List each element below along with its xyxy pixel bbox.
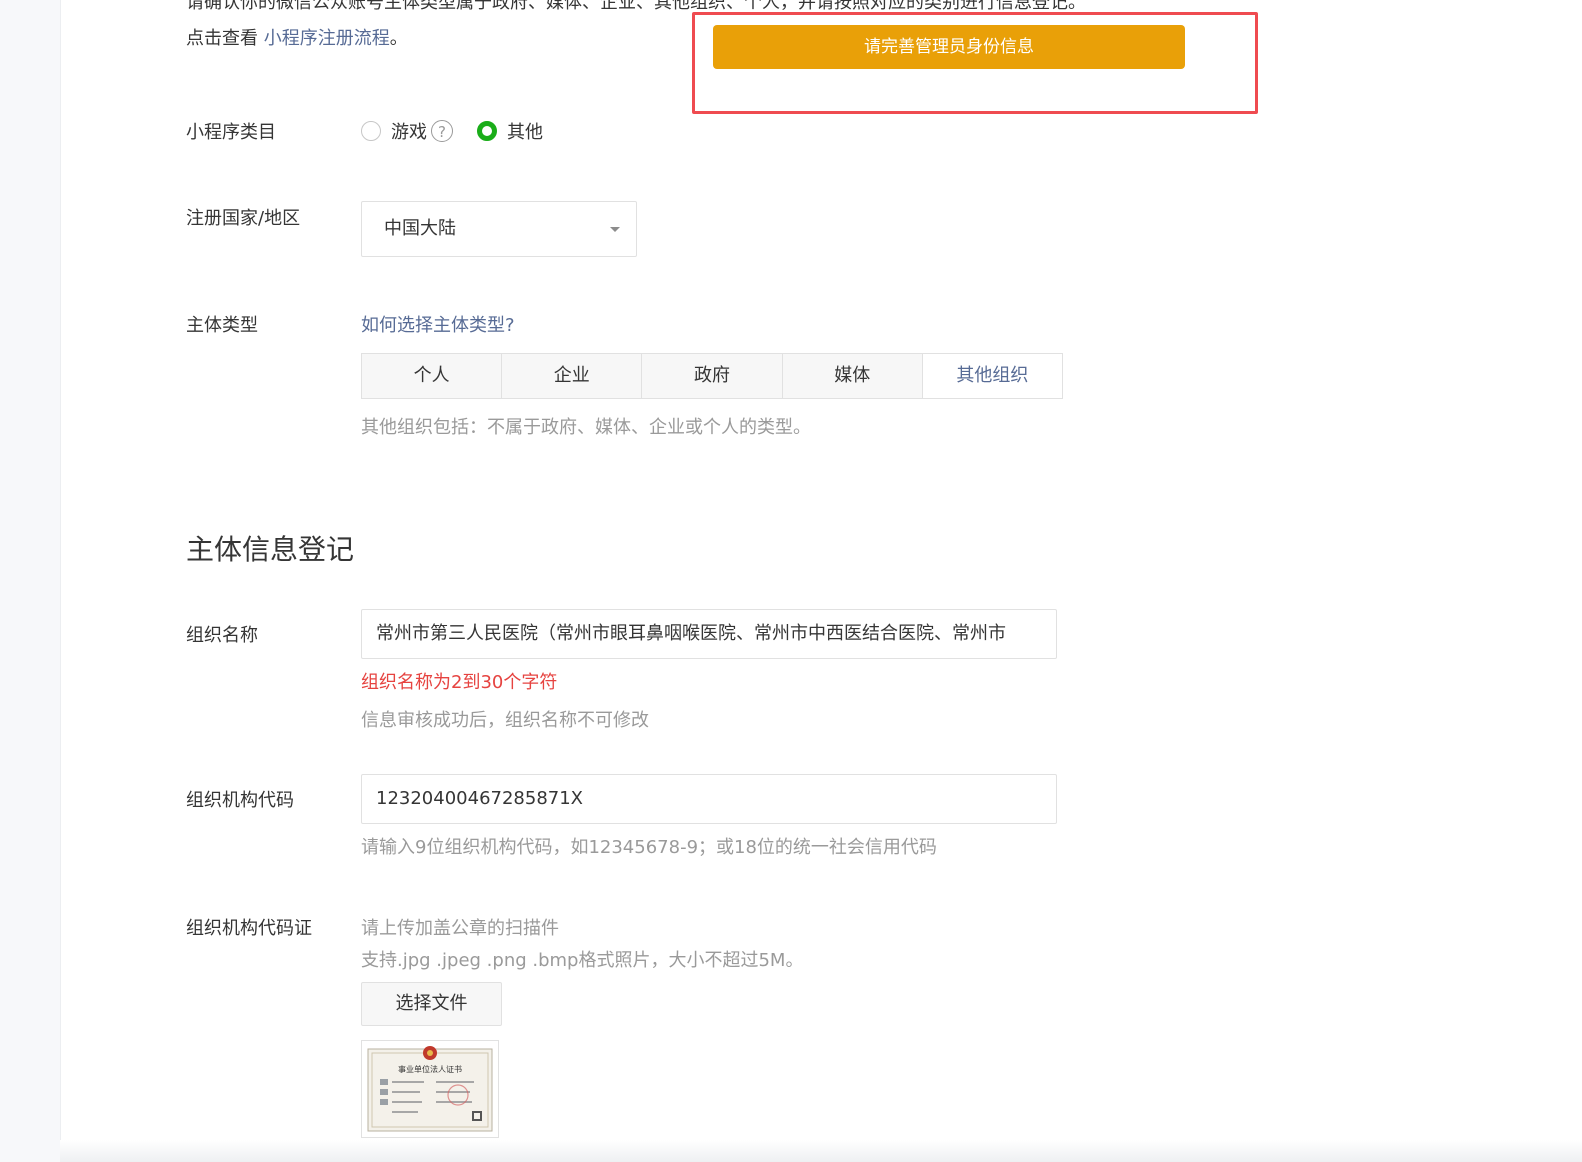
org-code-label: 组织机构代码 — [186, 790, 294, 811]
tab-government[interactable]: 政府 — [642, 354, 783, 398]
radio-game[interactable]: 游戏 ? — [361, 118, 453, 144]
region-label: 注册国家/地区 — [186, 208, 301, 229]
tab-personal[interactable]: 个人 — [362, 354, 503, 398]
chevron-down-icon — [610, 227, 620, 232]
radio-other-label: 其他 — [507, 122, 543, 143]
org-cert-hint-2: 支持.jpg .jpeg .png .bmp格式照片，大小不超过5M。 — [361, 950, 804, 971]
tab-other-org[interactable]: 其他组织 — [922, 354, 1063, 398]
question-circle-icon[interactable]: ? — [431, 120, 453, 142]
complete-admin-info-button[interactable]: 请完善管理员身份信息 — [713, 25, 1185, 69]
subject-type-tabs: 个人 企业 政府 媒体 其他组织 — [361, 353, 1063, 399]
radio-game-circle[interactable] — [361, 121, 381, 141]
intro-prefix: 点击查看 — [186, 28, 264, 49]
org-name-error: 组织名称为2到30个字符 — [361, 672, 558, 693]
org-name-input[interactable]: 常州市第三人民医院（常州市眼耳鼻咽喉医院、常州市中西医结合医院、常州市 — [361, 609, 1057, 659]
intro-suffix: 。 — [389, 28, 408, 49]
choose-file-button[interactable]: 选择文件 — [361, 982, 502, 1026]
section-title: 主体信息登记 — [186, 533, 355, 566]
radio-game-label: 游戏 — [391, 122, 427, 143]
subject-type-help-link[interactable]: 如何选择主体类型? — [361, 311, 515, 337]
org-cert-hint-1: 请上传加盖公章的扫描件 — [361, 918, 559, 939]
intro-link-line: 点击查看 小程序注册流程。 — [186, 24, 408, 50]
subject-type-hint: 其他组织包括：不属于政府、媒体、企业或个人的类型。 — [361, 417, 811, 438]
category-radio-group: 游戏 ? 其他 — [361, 118, 543, 144]
tab-enterprise[interactable]: 企业 — [502, 354, 643, 398]
org-code-hint: 请输入9位组织机构代码，如12345678-9；或18位的统一社会信用代码 — [361, 837, 937, 858]
subject-type-label: 主体类型 — [186, 315, 258, 336]
tab-media[interactable]: 媒体 — [783, 354, 923, 398]
registration-flow-link[interactable]: 小程序注册流程 — [264, 28, 390, 49]
org-code-input[interactable]: 12320400467285871X — [361, 774, 1057, 824]
certificate-thumbnail[interactable]: 事业单位法人证书 — [361, 1040, 499, 1138]
page-bottom-edge — [60, 1140, 1582, 1162]
radio-other[interactable]: 其他 — [477, 118, 543, 144]
radio-other-circle[interactable] — [477, 121, 497, 141]
category-label: 小程序类目 — [186, 122, 276, 143]
org-name-hint: 信息审核成功后，组织名称不可修改 — [361, 710, 649, 731]
region-selected-value: 中国大陆 — [384, 218, 456, 239]
region-select[interactable]: 中国大陆 — [361, 201, 637, 257]
certificate-title: 事业单位法人证书 — [398, 1064, 462, 1074]
left-sidebar-strip — [0, 0, 61, 1162]
certificate-image: 事业单位法人证书 — [367, 1046, 493, 1132]
org-cert-label: 组织机构代码证 — [186, 918, 312, 939]
org-name-label: 组织名称 — [186, 625, 258, 646]
